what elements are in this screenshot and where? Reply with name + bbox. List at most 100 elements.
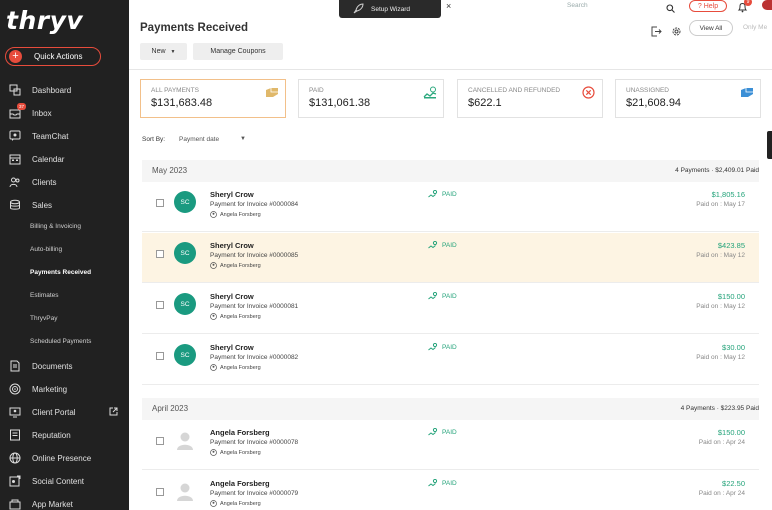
help-button[interactable]: ? Help bbox=[689, 0, 727, 12]
feedback-tab[interactable] bbox=[767, 131, 772, 159]
sidebar-item-dashboard[interactable]: Dashboard bbox=[0, 80, 129, 100]
avatar bbox=[174, 429, 196, 451]
card-label: PAID bbox=[309, 87, 324, 94]
card-all-payments[interactable]: ALL PAYMENTS $131,683.48 bbox=[140, 79, 286, 118]
row-checkbox[interactable] bbox=[156, 488, 164, 496]
placeholder-avatar-icon bbox=[177, 483, 193, 501]
sidebar-subitem-scheduled-payments[interactable]: Scheduled Payments bbox=[30, 338, 91, 345]
unassigned-icon bbox=[740, 86, 754, 104]
payment-row[interactable]: Angela Forsberg Payment for Invoice #000… bbox=[142, 471, 759, 510]
clients-icon bbox=[9, 176, 21, 188]
close-wizard-icon[interactable]: × bbox=[446, 1, 451, 11]
payment-row[interactable]: Angela Forsberg Payment for Invoice #000… bbox=[142, 420, 759, 470]
sidebar-item-teamchat[interactable]: TeamChat bbox=[0, 126, 129, 146]
client-name[interactable]: Angela Forsberg bbox=[210, 428, 270, 437]
card-paid[interactable]: PAID $131,061.38 bbox=[298, 79, 444, 118]
payment-description: Payment for Invoice #0000082 bbox=[210, 354, 299, 361]
group-summary: 4 Payments · $2,409.01 Paid bbox=[675, 167, 759, 174]
row-checkbox[interactable] bbox=[156, 352, 164, 360]
payment-amount: $22.50 bbox=[722, 479, 745, 488]
setup-wizard-button[interactable]: Setup Wizard bbox=[339, 0, 441, 18]
sidebar-item-marketing[interactable]: Marketing bbox=[0, 379, 129, 399]
sidebar-subitem-thryvpay[interactable]: ThryvPay bbox=[30, 315, 57, 322]
sidebar-item-label: Marketing bbox=[32, 384, 68, 394]
sidebar-item-sales[interactable]: Sales bbox=[0, 195, 129, 215]
dashboard-icon bbox=[9, 84, 21, 96]
manage-coupons-button[interactable]: Manage Coupons bbox=[193, 43, 283, 60]
client-portal-icon bbox=[9, 406, 21, 418]
payment-row[interactable]: SC Sheryl Crow Payment for Invoice #0000… bbox=[142, 335, 759, 385]
sidebar-item-reputation[interactable]: Reputation bbox=[0, 425, 129, 445]
row-checkbox[interactable] bbox=[156, 437, 164, 445]
quick-actions-button[interactable]: + Quick Actions bbox=[5, 47, 101, 66]
search-input[interactable]: Search bbox=[567, 0, 677, 11]
owner-icon bbox=[210, 211, 217, 218]
thryv-logo[interactable]: thryv bbox=[6, 6, 83, 35]
row-checkbox[interactable] bbox=[156, 199, 164, 207]
new-button[interactable]: New ▼ bbox=[140, 43, 187, 60]
sidebar-item-inbox[interactable]: 37 Inbox bbox=[0, 103, 129, 123]
paid-date: Paid on : May 12 bbox=[696, 252, 745, 259]
chevron-down-icon[interactable]: ▼ bbox=[240, 136, 246, 142]
online-presence-icon bbox=[9, 452, 21, 464]
avatar: SC bbox=[174, 191, 196, 213]
sidebar-subitem-payments-received[interactable]: Payments Received bbox=[30, 269, 91, 276]
status-badge: PAID bbox=[428, 428, 457, 436]
row-checkbox[interactable] bbox=[156, 301, 164, 309]
sidebar-item-label: TeamChat bbox=[32, 131, 69, 141]
notification-badge: 9 bbox=[744, 0, 752, 6]
payment-amount: $150.00 bbox=[717, 292, 745, 301]
payment-description: Payment for Invoice #0000084 bbox=[210, 201, 299, 208]
sidebar-item-app-market[interactable]: App Market bbox=[0, 494, 129, 510]
paid-status-icon bbox=[428, 190, 438, 198]
calendar-icon bbox=[9, 153, 21, 165]
payment-row[interactable]: SC Sheryl Crow Payment for Invoice #0000… bbox=[142, 182, 759, 232]
avatar: SC bbox=[174, 242, 196, 264]
sidebar-item-online-presence[interactable]: Online Presence bbox=[0, 448, 129, 468]
card-cancelled-refunded[interactable]: CANCELLED AND REFUNDED $622.1 bbox=[457, 79, 603, 118]
user-avatar[interactable] bbox=[762, 0, 772, 10]
owner-icon bbox=[210, 262, 217, 269]
sidebar-item-documents[interactable]: Documents bbox=[0, 356, 129, 376]
sidebar-item-label: Reputation bbox=[32, 430, 71, 440]
sidebar-item-clients[interactable]: Clients bbox=[0, 172, 129, 192]
search-icon[interactable] bbox=[666, 0, 675, 18]
sidebar-item-calendar[interactable]: Calendar bbox=[0, 149, 129, 169]
payment-row[interactable]: SC Sheryl Crow Payment for Invoice #0000… bbox=[142, 233, 759, 283]
client-name[interactable]: Sheryl Crow bbox=[210, 190, 254, 199]
sidebar-subitem-estimates[interactable]: Estimates bbox=[30, 292, 59, 299]
card-value: $131,061.38 bbox=[309, 97, 371, 109]
status-badge: PAID bbox=[428, 292, 457, 300]
header-divider bbox=[129, 69, 772, 70]
owner-icon bbox=[210, 449, 217, 456]
sidebar-item-label: Sales bbox=[32, 200, 53, 210]
sort-label: Sort By: bbox=[142, 136, 166, 143]
export-icon[interactable] bbox=[651, 24, 662, 42]
row-checkbox[interactable] bbox=[156, 250, 164, 258]
paid-date: Paid on : Apr 24 bbox=[698, 490, 745, 497]
only-me-toggle[interactable]: Only Me bbox=[743, 24, 767, 31]
sort-dropdown[interactable]: Payment date bbox=[179, 136, 219, 143]
gear-icon[interactable] bbox=[671, 24, 682, 42]
external-link-icon[interactable] bbox=[109, 407, 118, 418]
client-name[interactable]: Sheryl Crow bbox=[210, 343, 254, 352]
sidebar-subitem-billing-invoicing[interactable]: Billing & Invoicing bbox=[30, 223, 81, 230]
sidebar-item-social-content[interactable]: Social Content bbox=[0, 471, 129, 491]
sales-icon bbox=[9, 199, 21, 211]
client-name[interactable]: Angela Forsberg bbox=[210, 479, 270, 488]
payment-description: Payment for Invoice #0000081 bbox=[210, 303, 299, 310]
documents-icon bbox=[9, 360, 21, 372]
sidebar-item-client-portal[interactable]: Client Portal bbox=[0, 402, 129, 422]
group-month: April 2023 bbox=[152, 404, 189, 413]
card-value: $21,608.94 bbox=[626, 97, 682, 109]
view-all-toggle[interactable]: View All bbox=[689, 20, 733, 36]
paid-status-icon bbox=[428, 428, 438, 436]
card-unassigned[interactable]: UNASSIGNED $21,608.94 bbox=[615, 79, 761, 118]
sidebar-subitem-auto-billing[interactable]: Auto-billing bbox=[30, 246, 62, 253]
app-root: thryv + Quick Actions Dashboard 37 Inbox… bbox=[0, 0, 772, 510]
client-name[interactable]: Sheryl Crow bbox=[210, 241, 254, 250]
payment-row[interactable]: SC Sheryl Crow Payment for Invoice #0000… bbox=[142, 284, 759, 334]
paid-date: Paid on : Apr 24 bbox=[698, 439, 745, 446]
client-name[interactable]: Sheryl Crow bbox=[210, 292, 254, 301]
sidebar-item-label: Documents bbox=[32, 361, 73, 371]
